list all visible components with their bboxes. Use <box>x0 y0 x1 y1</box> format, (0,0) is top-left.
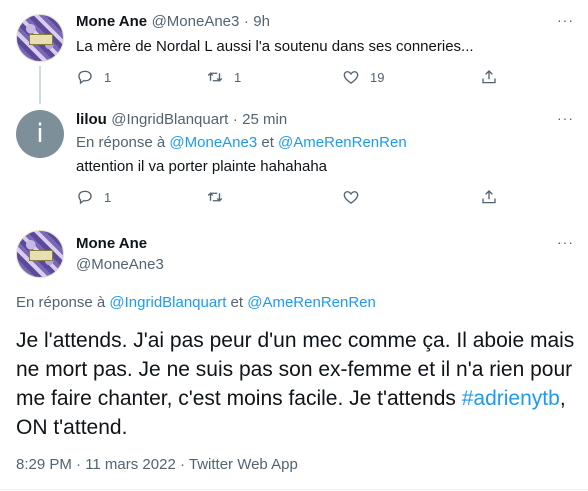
avatar-mone-ane-main[interactable] <box>16 230 64 278</box>
reply-icon <box>78 190 92 205</box>
reply-to-link-1[interactable]: @IngridBlanquart <box>109 294 226 311</box>
tweet2-text: attention il va porter plainte hahahaha <box>76 158 328 175</box>
reply-button[interactable]: 1 <box>76 68 206 86</box>
main-tweet-text: Je l'attends. J'ai pas peur d'un mec com… <box>16 326 576 442</box>
reply-count: 1 <box>104 69 112 85</box>
like-count: 19 <box>370 69 385 85</box>
share-button[interactable] <box>480 68 498 86</box>
tweet1-actions: 1 1 19 <box>76 68 498 86</box>
reply-prefix: En réponse à <box>16 294 106 311</box>
tweet2-actions: 1 <box>76 188 498 206</box>
main-name[interactable]: Mone Ane <box>76 235 147 252</box>
reply-to-link-1[interactable]: @MoneAne3 <box>169 134 257 151</box>
share-button[interactable] <box>480 188 498 206</box>
tweet1-handle[interactable]: @MoneAne3 <box>152 13 240 30</box>
tweet2-sep: · <box>232 111 238 128</box>
reply-icon <box>78 70 92 85</box>
heart-icon <box>343 71 359 84</box>
main-handle[interactable]: @MoneAne3 <box>76 256 164 273</box>
share-icon <box>482 190 496 204</box>
hashtag-link[interactable]: #adrienytb <box>462 387 560 410</box>
main-reply-to: En réponse à @IngridBlanquart et @AmeRen… <box>16 294 376 311</box>
tweet2-reply-to: En réponse à @MoneAne3 et @AmeRenRenRen <box>76 134 407 151</box>
thread-line <box>39 66 41 104</box>
reply-prefix: En réponse à <box>76 134 166 151</box>
share-icon <box>482 70 496 84</box>
tweet1-header: Mone Ane @MoneAne3 · 9h <box>76 13 270 31</box>
like-button[interactable] <box>342 188 480 206</box>
tweet1-text: La mère de Nordal L aussi l'a soutenu da… <box>76 38 474 55</box>
reply-joiner: et <box>261 134 274 151</box>
tweet2-name[interactable]: lilou <box>76 111 107 128</box>
more-options-icon[interactable]: ··· <box>557 12 574 28</box>
avatar-mone-ane[interactable] <box>16 14 64 62</box>
reply-button[interactable]: 1 <box>76 188 206 206</box>
divider <box>0 489 588 490</box>
heart-icon <box>343 191 359 204</box>
avatar-letter: i <box>36 119 44 149</box>
reply-to-link-2[interactable]: @AmeRenRenRen <box>247 294 376 311</box>
more-options-icon[interactable]: ··· <box>557 234 574 250</box>
retweet-icon <box>207 72 223 82</box>
reply-joiner: et <box>230 294 244 311</box>
tweet2-time[interactable]: 25 min <box>242 111 287 128</box>
tweet1-time[interactable]: 9h <box>253 13 270 30</box>
retweet-button[interactable] <box>206 188 342 206</box>
tweet2-handle[interactable]: @IngridBlanquart <box>111 111 228 128</box>
tweet1-sep: · <box>243 13 249 30</box>
retweet-icon <box>207 192 223 202</box>
more-options-icon[interactable]: ··· <box>557 110 574 126</box>
tweet2-header: lilou @IngridBlanquart · 25 min <box>76 111 287 129</box>
retweet-button[interactable]: 1 <box>206 68 342 86</box>
reply-to-link-2[interactable]: @AmeRenRenRen <box>278 134 407 151</box>
retweet-count: 1 <box>234 69 242 85</box>
tweet-meta[interactable]: 8:29 PM · 11 mars 2022 · Twitter Web App <box>16 456 298 473</box>
reply-count: 1 <box>104 189 112 205</box>
avatar-lilou[interactable]: i <box>16 110 64 158</box>
tweet1-name[interactable]: Mone Ane <box>76 13 147 30</box>
like-button[interactable]: 19 <box>342 68 480 86</box>
